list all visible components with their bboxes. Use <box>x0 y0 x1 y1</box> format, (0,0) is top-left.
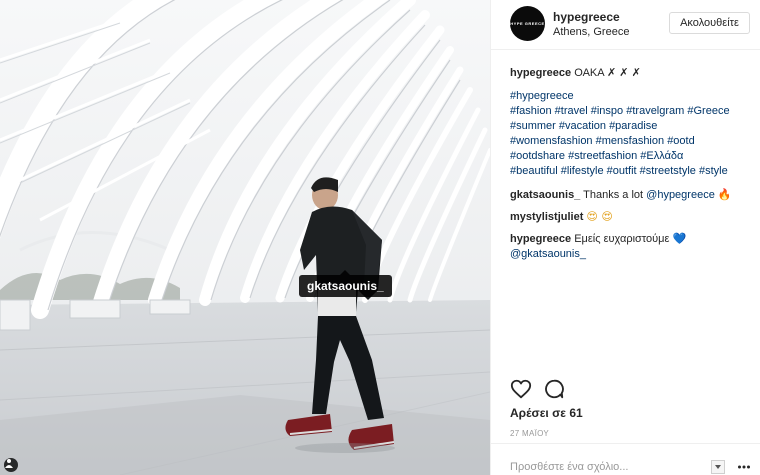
comment-item: gkatsaounis_ Thanks a lot @hypegreece 🔥 <box>510 187 754 203</box>
comments-list: hypegreece ΟΑΚΑ ✗ ✗ ✗ #hypegreece #fashi… <box>510 66 754 268</box>
avatar[interactable]: HYPE GREECE <box>510 6 545 41</box>
comment-username[interactable]: gkatsaounis_ <box>510 189 580 201</box>
heart-outline-icon[interactable] <box>510 378 532 400</box>
comment-username[interactable]: hypegreece <box>510 233 571 245</box>
hashtag-link[interactable]: #mensfashion <box>596 135 665 147</box>
heart-eyes-emoji: 😍 😍 <box>586 210 613 223</box>
likes-count[interactable]: Αρέσει σε 61 <box>510 406 583 420</box>
caption-hashtags: #hypegreece #fashion #travel #inspo #tra… <box>510 89 754 179</box>
comment-text: Εμείς ευχαριστούμε <box>574 233 670 245</box>
comment-mention[interactable]: @gkatsaounis_ <box>510 248 586 260</box>
hashtag-link[interactable]: #vacation <box>559 120 606 132</box>
following-button[interactable]: Ακολουθείτε <box>669 12 750 34</box>
fire-emoji: 🔥 <box>717 188 732 201</box>
post-side-panel: HYPE GREECE hypegreece Athens, Greece Ακ… <box>490 0 760 475</box>
hashtag-link[interactable]: #style <box>699 165 728 177</box>
hashtag-link[interactable]: #outfit <box>607 165 637 177</box>
comment-input[interactable] <box>510 461 710 473</box>
photo-tag-bubble[interactable]: gkatsaounis_ <box>299 270 392 297</box>
comment-mention[interactable]: @hypegreece <box>646 189 715 201</box>
hashtag-link[interactable]: #fashion <box>510 105 552 117</box>
avatar-logo-text: HYPE GREECE <box>510 21 545 26</box>
hashtag-link[interactable]: #Ελλάδα <box>640 150 683 162</box>
caption-username[interactable]: hypegreece <box>510 67 571 79</box>
stadium-arches-image <box>0 0 490 475</box>
hashtag-link[interactable]: #ootd <box>667 135 695 147</box>
more-options-icon[interactable] <box>737 460 751 474</box>
comment-item: mystylistjuliet 😍 😍 <box>510 209 754 225</box>
hashtag-link[interactable]: #Greece <box>687 105 729 117</box>
post-author-username[interactable]: hypegreece <box>553 10 620 24</box>
hashtag-link[interactable]: #beautiful <box>510 165 558 177</box>
post-location[interactable]: Athens, Greece <box>553 26 629 38</box>
caption-text: ΟΑΚΑ ✗ ✗ ✗ <box>574 67 641 79</box>
post-header: HYPE GREECE hypegreece Athens, Greece Ακ… <box>491 0 760 50</box>
post-photo[interactable]: gkatsaounis_ <box>0 0 490 475</box>
comment-username[interactable]: mystylistjuliet <box>510 211 583 223</box>
speech-bubble-icon[interactable] <box>543 378 565 400</box>
hashtag-link[interactable]: #inspo <box>591 105 623 117</box>
person-icon[interactable] <box>4 458 18 472</box>
hashtag-link[interactable]: #ootdshare <box>510 150 565 162</box>
hashtag-link[interactable]: #travel <box>555 105 588 117</box>
comment-item: hypegreece Εμείς ευχαριστούμε 💙 @gkatsao… <box>510 231 754 262</box>
caption: hypegreece ΟΑΚΑ ✗ ✗ ✗ <box>510 66 754 81</box>
hashtag-link[interactable]: #summer <box>510 120 556 132</box>
comment-text: Thanks a lot <box>583 189 644 201</box>
hashtag-link[interactable]: #hypegreece <box>510 90 574 102</box>
blue-heart-emoji: 💙 <box>672 232 687 245</box>
post-date[interactable]: 27 ΜΑΪΟΥ <box>510 429 549 438</box>
hashtag-link[interactable]: #streetfashion <box>568 150 637 162</box>
hashtag-link[interactable]: #womensfashion <box>510 135 593 147</box>
hashtag-link[interactable]: #travelgram <box>626 105 684 117</box>
hashtag-link[interactable]: #lifestyle <box>561 165 604 177</box>
hashtag-link[interactable]: #paradise <box>609 120 657 132</box>
hashtag-link[interactable]: #streetstyle <box>640 165 696 177</box>
comment-form <box>491 443 760 475</box>
scroll-down-icon[interactable] <box>711 460 725 474</box>
action-bar <box>491 370 760 400</box>
